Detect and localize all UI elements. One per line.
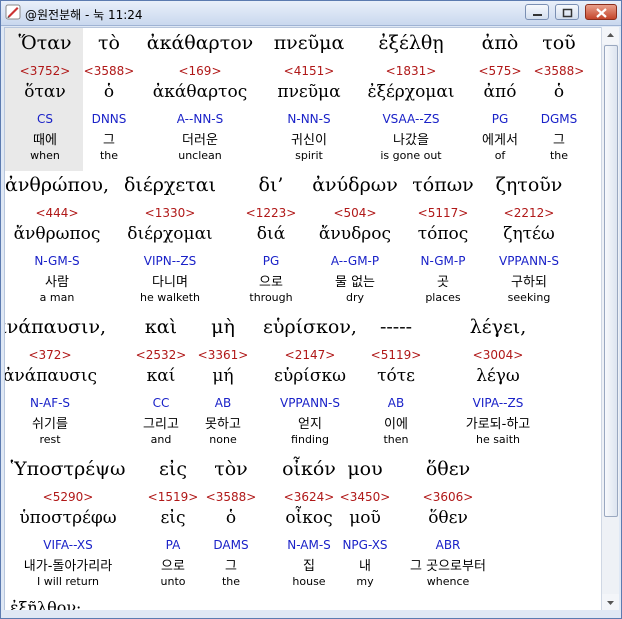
scroll-thumb[interactable] [604,45,618,517]
korean-gloss: 내가-돌아가리라 [23,559,113,574]
vertical-scrollbar[interactable] [601,27,619,611]
greek-word: ἀκάθαρτον [146,32,254,54]
word-cell[interactable]: ἀκάθαρτον <169> ἀκάθαρτος A--NN-S 더러운 unclean [140,32,260,168]
word-cell[interactable]: λέγει, <3004> λέγω VIPA--ZS 가로되-하고 he saith [438,316,558,452]
greek-word: τοῦ [542,32,576,54]
maximize-icon [562,8,573,18]
strong-number: <5290> [42,490,94,504]
lemma-word: ἀκάθαρτος [152,82,248,102]
lemma-word: ἄνθρωπος [13,224,101,244]
word-cell[interactable]: ὅθεν <3606> ὅθεν ABR 그 곳으로부터 whence [388,458,508,594]
english-gloss: unclean [178,149,222,162]
lemma-word: ἀνάπαυσις [4,366,98,386]
scroll-up-button[interactable] [602,27,619,44]
parsing-code: N-GM-S [34,254,80,268]
parsing-code: VIFA--XS [43,538,93,552]
word-cell[interactable]: ἀνάπαυσιν, <372> ἀνάπαυσις N-AF-S 쉬기를 rest [4,316,110,452]
lemma-word: λέγω [476,366,520,386]
korean-gloss: 그 [553,133,565,148]
parsing-code: DGMS [540,112,578,126]
app-window: @원전분해 - 눅 11:24 Ὅταν <3752> ὅταν CS 때에 when τὸ… [0,0,622,619]
strong-number: <169> [178,64,222,78]
lemma-word: ὁ [553,82,565,102]
strong-number: <444> [35,206,79,220]
english-gloss: the [549,149,569,162]
word-cell[interactable]: Ὑποστρέψω <5290> ὑποστρέφω VIFA--XS 내가-돌아가리라… [8,458,128,594]
korean-gloss: 사람 [45,275,69,290]
arrow-up-icon [607,33,614,37]
greek-word: ὅθεν [425,458,471,480]
title-bar[interactable]: @원전분해 - 눅 11:24 [1,1,621,26]
english-gloss: I will return [36,575,100,588]
greek-word: ζητοῦν [495,174,563,196]
korean-gloss: 쉬기를 [32,417,68,432]
word-cell[interactable]: ἀνθρώπου, <444> ἄνθρωπος N-GM-S 사람 a man [5,174,117,310]
english-gloss: a man [39,291,75,304]
strong-number: <3606> [422,490,474,504]
word-cell[interactable]: τοῦ <3588> ὁ DGMS 그 the [499,32,601,168]
lemma-word: ὅθεν [428,508,468,528]
arrow-down-icon [607,601,614,605]
greek-word: ἀνθρώπου, [5,174,109,196]
minimize-icon [533,14,542,16]
strong-number: <3004> [472,348,524,362]
interlinear-view[interactable]: Ὅταν <3752> ὅταν CS 때에 when τὸ <3588> ὁ DNNS 그 the ἀ… [4,27,602,612]
parsing-code: VPPANN-S [498,254,560,268]
close-button[interactable] [585,4,617,20]
close-icon [596,8,607,18]
scroll-down-button[interactable] [602,594,619,611]
greek-word: Ὑποστρέψω [10,458,126,480]
parsing-code: ABR [435,538,461,552]
korean-gloss: 구하되 [511,275,547,290]
korean-gloss: 가로되-하고 [465,417,531,432]
parsing-code: VIPA--ZS [472,396,524,410]
greek-word: λέγει, [469,316,527,338]
lemma-word: ὑποστρέφω [19,508,117,528]
parsing-code: A--NN-S [176,112,224,126]
parsing-code: N-AF-S [29,396,71,410]
greek-word: ἀνάπαυσιν, [4,316,107,338]
english-gloss: he saith [475,433,521,446]
strong-number: <2212> [503,206,555,220]
window-title: @원전분해 - 눅 11:24 [25,8,143,22]
partial-next-line: ἐξῆλθον· [10,598,82,610]
english-gloss: whence [426,575,470,588]
status-bar [1,610,621,618]
strong-number: <3588> [533,64,585,78]
english-gloss: seeking [507,291,551,304]
korean-gloss: 그 곳으로부터 [410,559,486,574]
minimize-button[interactable] [525,4,549,20]
strong-number: <372> [28,348,72,362]
word-cell[interactable]: ζητοῦν <2212> ζητέω VPPANN-S 구하되 seeking [469,174,589,310]
app-icon [5,4,21,20]
maximize-button[interactable] [555,4,579,20]
lemma-word: ζητέω [503,224,555,244]
english-gloss: rest [39,433,61,446]
korean-gloss: 더러운 [182,133,218,148]
